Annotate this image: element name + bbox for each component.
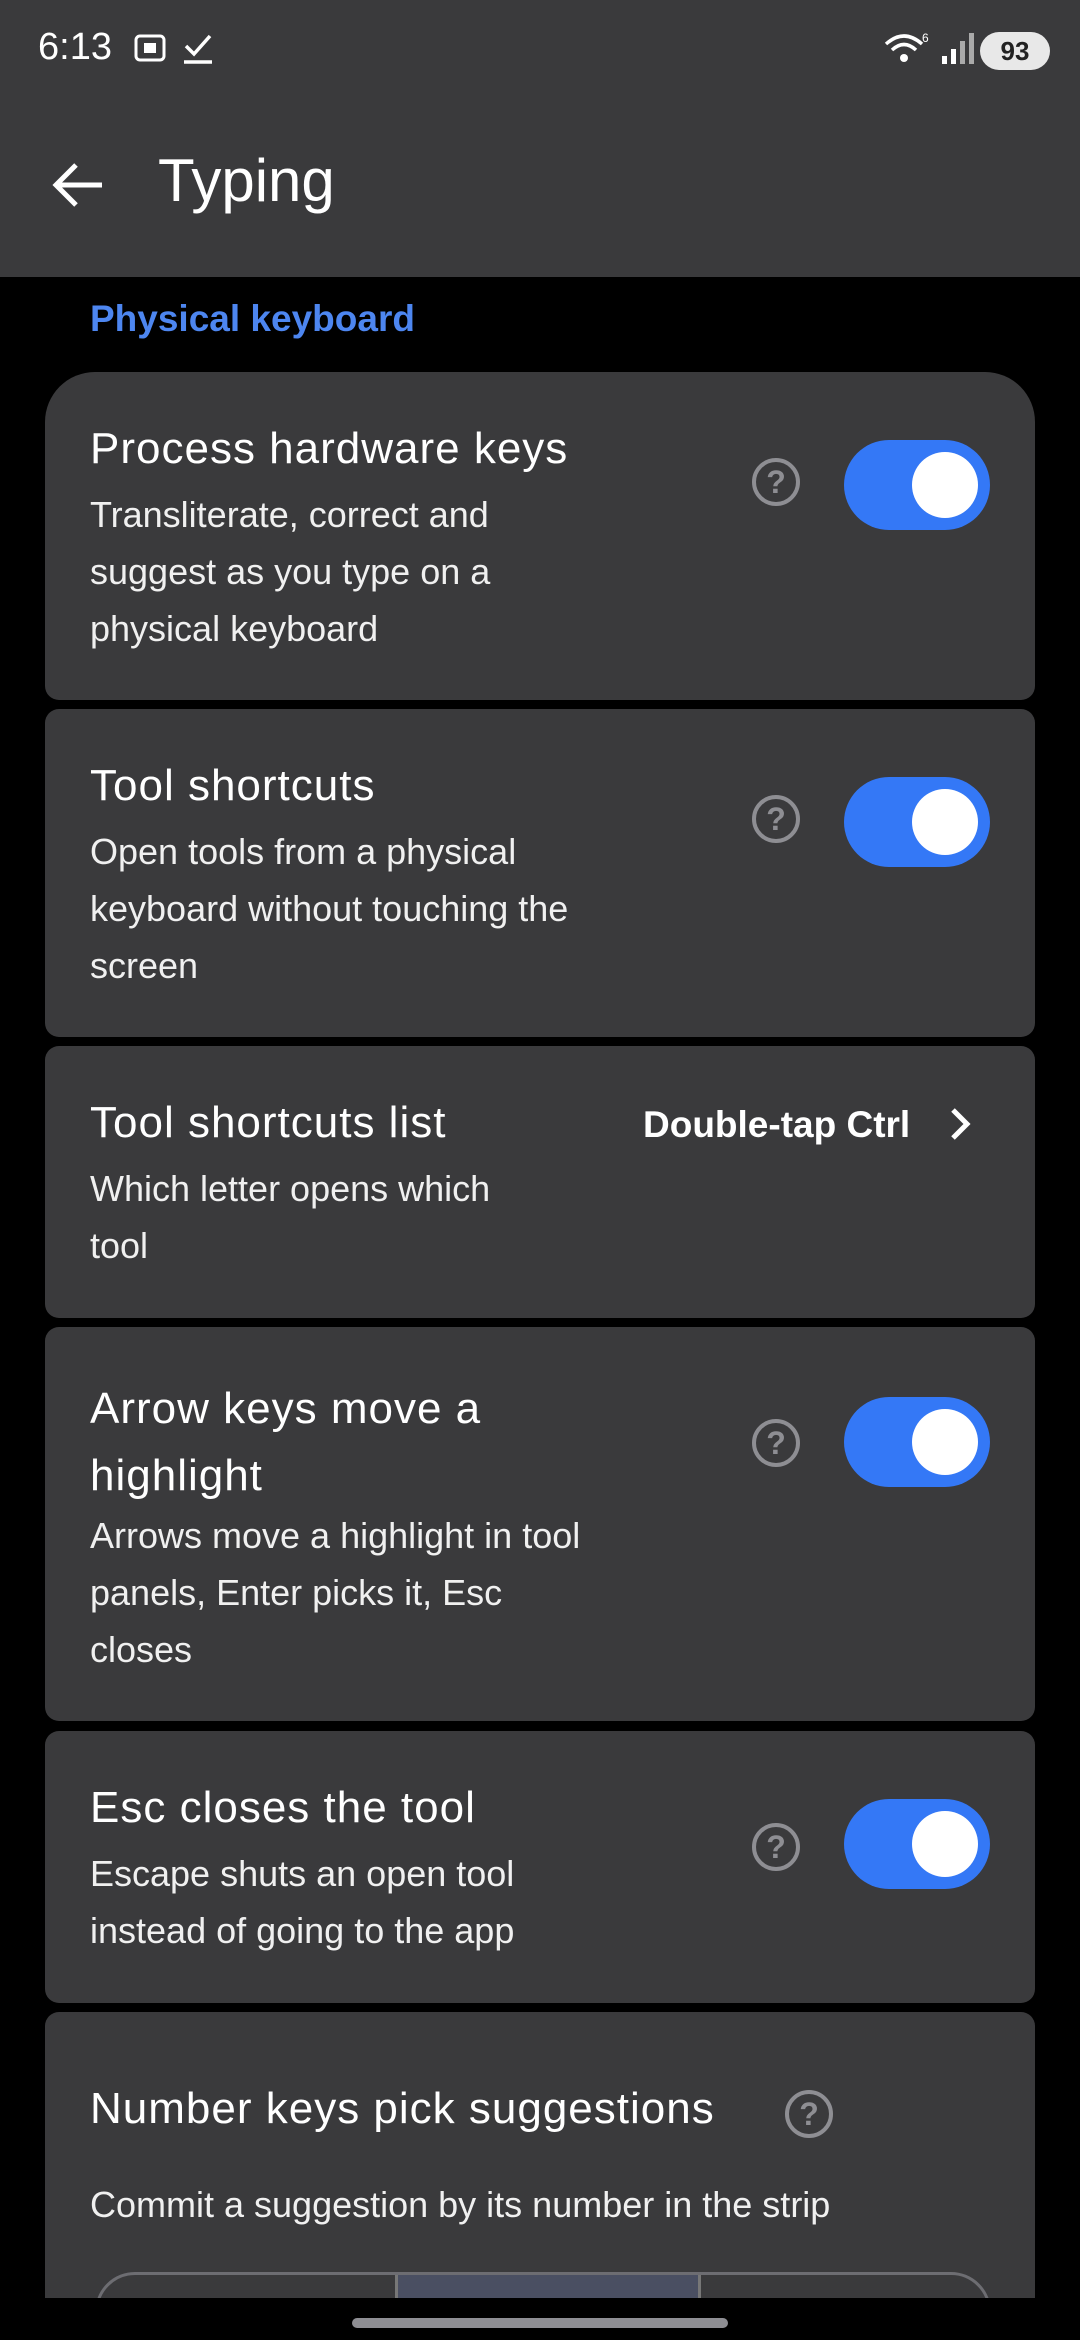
task-done-icon [184,34,212,64]
toggle-switch[interactable] [844,777,990,867]
screenshot-icon [134,34,166,62]
setting-title: Arrow keys move a highlight [90,1384,482,1500]
section-header: Physical keyboard [90,298,415,339]
setting-title: Tool shortcuts list [90,1098,447,1147]
setting-esc-closes-tool[interactable]: Esc closes the tool Escape shuts an open… [45,1731,1035,2003]
status-bar: 6:13 6 93 [0,0,1080,100]
home-indicator[interactable] [352,2318,728,2328]
app-bar: Typing [0,100,1080,277]
toggle-knob [912,1811,978,1877]
toggle-switch[interactable] [844,1397,990,1487]
page-title: Typing [158,147,335,214]
setting-description: Commit a suggestion by its number in the… [90,2184,831,2225]
toggle-knob [912,452,978,518]
setting-description: Transliterate, correct and suggest as yo… [90,494,491,649]
setting-process-hardware-keys[interactable]: Process hardware keys Transliterate, cor… [45,372,1035,700]
help-icon[interactable]: ? [752,1419,800,1467]
setting-description: Escape shuts an open tool instead of goi… [90,1853,515,1951]
setting-title: Process hardware keys [90,424,569,473]
setting-title: Tool shortcuts [90,761,376,810]
setting-title: Number keys pick suggestions [90,2084,715,2133]
setting-description: Arrows move a highlight in tool panels, … [90,1515,581,1670]
setting-tool-shortcuts[interactable]: Tool shortcuts Open tools from a physica… [45,709,1035,1037]
toggle-switch[interactable] [844,1799,990,1889]
gesture-nav-bar [0,2298,1080,2340]
setting-number-keys-suggestions[interactable]: Number keys pick suggestions ? Commit a … [45,2012,1035,2312]
help-icon[interactable]: ? [752,1823,800,1871]
help-icon[interactable]: ? [752,795,800,843]
help-icon[interactable]: ? [752,458,800,506]
setting-value: Double-tap Ctrl [643,1104,911,1145]
signal-icon [942,33,974,64]
setting-title: Esc closes the tool [90,1783,476,1832]
svg-text:6: 6 [922,31,929,45]
setting-arrow-keys-highlight[interactable]: Arrow keys move a highlight Arrows move … [45,1327,1035,1721]
toggle-knob [912,789,978,855]
help-icon[interactable]: ? [785,2090,833,2138]
setting-description: Which letter opens which tool [90,1168,491,1266]
arrow-left-icon[interactable] [50,155,110,215]
setting-description: Open tools from a physical keyboard with… [90,831,569,986]
battery-badge: 93 [980,32,1050,70]
wifi-icon: 6 [884,31,929,62]
setting-tool-shortcuts-list[interactable]: Tool shortcuts list Which letter opens w… [45,1046,1035,1318]
toggle-knob [912,1409,978,1475]
status-time: 6:13 [38,26,112,68]
toggle-switch[interactable] [844,440,990,530]
chevron-right-icon [951,1108,971,1140]
